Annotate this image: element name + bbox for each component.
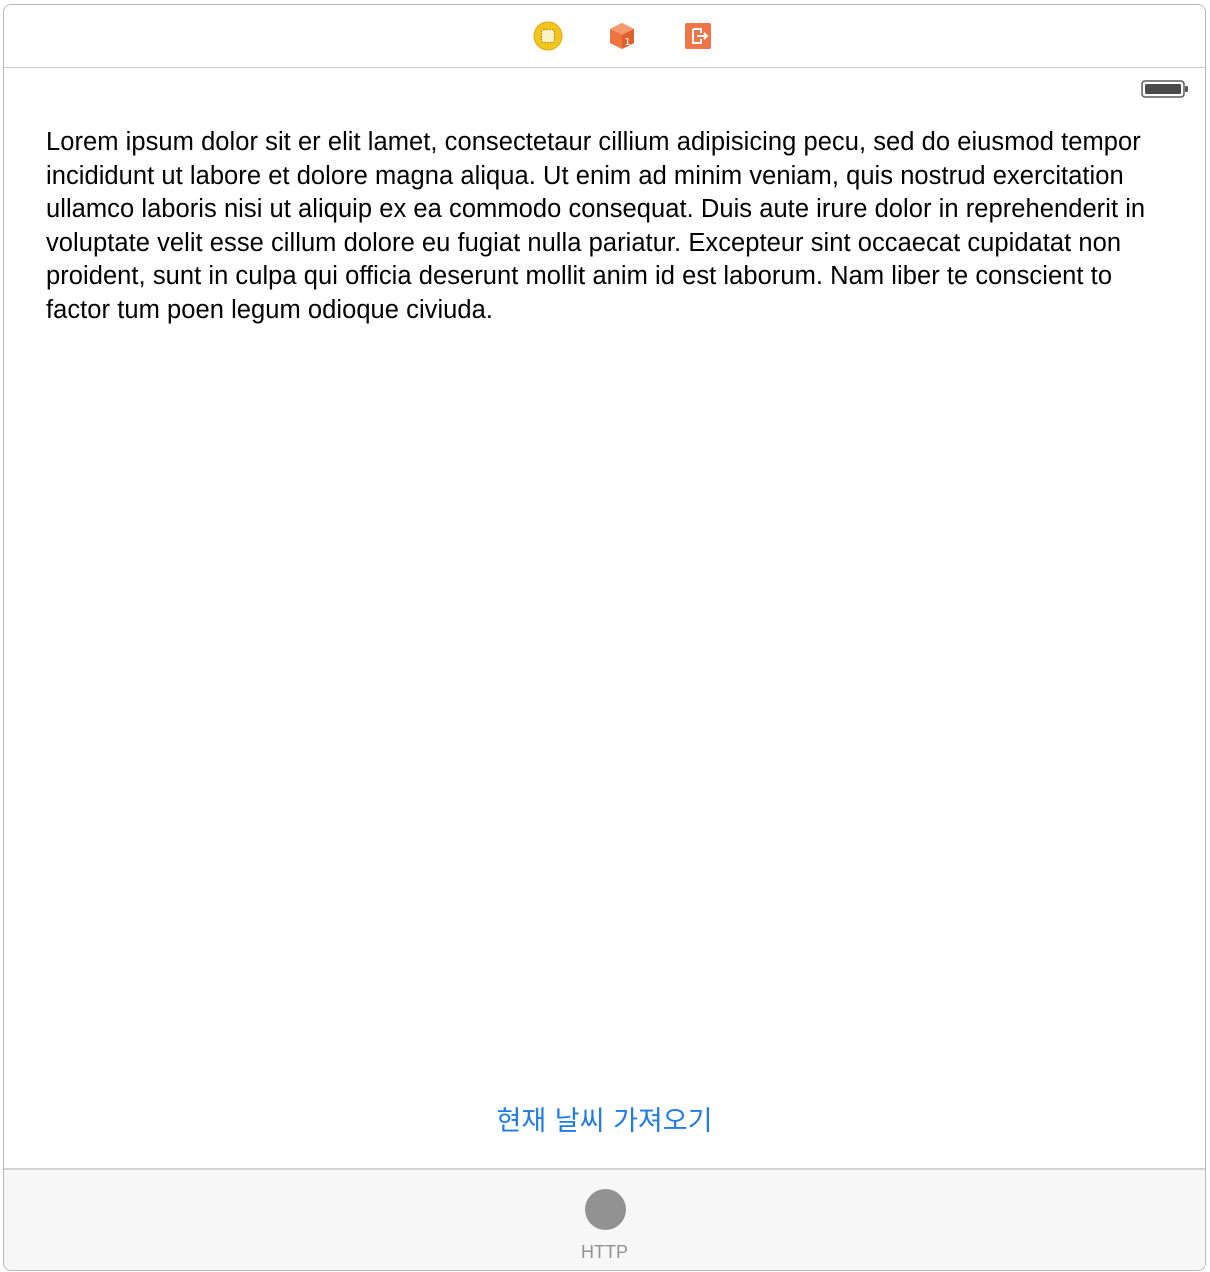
- tab-http[interactable]: HTTP: [545, 1170, 665, 1270]
- main-view: Lorem ipsum dolor sit er elit lamet, con…: [4, 68, 1205, 1168]
- view-controller-icon[interactable]: [533, 21, 563, 51]
- first-responder-icon[interactable]: 1: [607, 21, 637, 51]
- tab-bar: HTTP: [4, 1168, 1205, 1270]
- circle-tab-icon: [584, 1189, 626, 1230]
- storyboard-scene: 1 Lorem ipsum dolor sit er elit lamet, c…: [3, 4, 1206, 1271]
- tab-label: HTTP: [581, 1242, 628, 1262]
- exit-icon[interactable]: [683, 21, 713, 51]
- text-view[interactable]: Lorem ipsum dolor sit er elit lamet, con…: [46, 126, 1156, 327]
- scene-dock: 1: [4, 5, 1205, 68]
- svg-text:1: 1: [624, 37, 630, 48]
- battery-icon: [1141, 80, 1189, 98]
- fetch-weather-button[interactable]: 현재 날씨 가져오기: [4, 1102, 1205, 1142]
